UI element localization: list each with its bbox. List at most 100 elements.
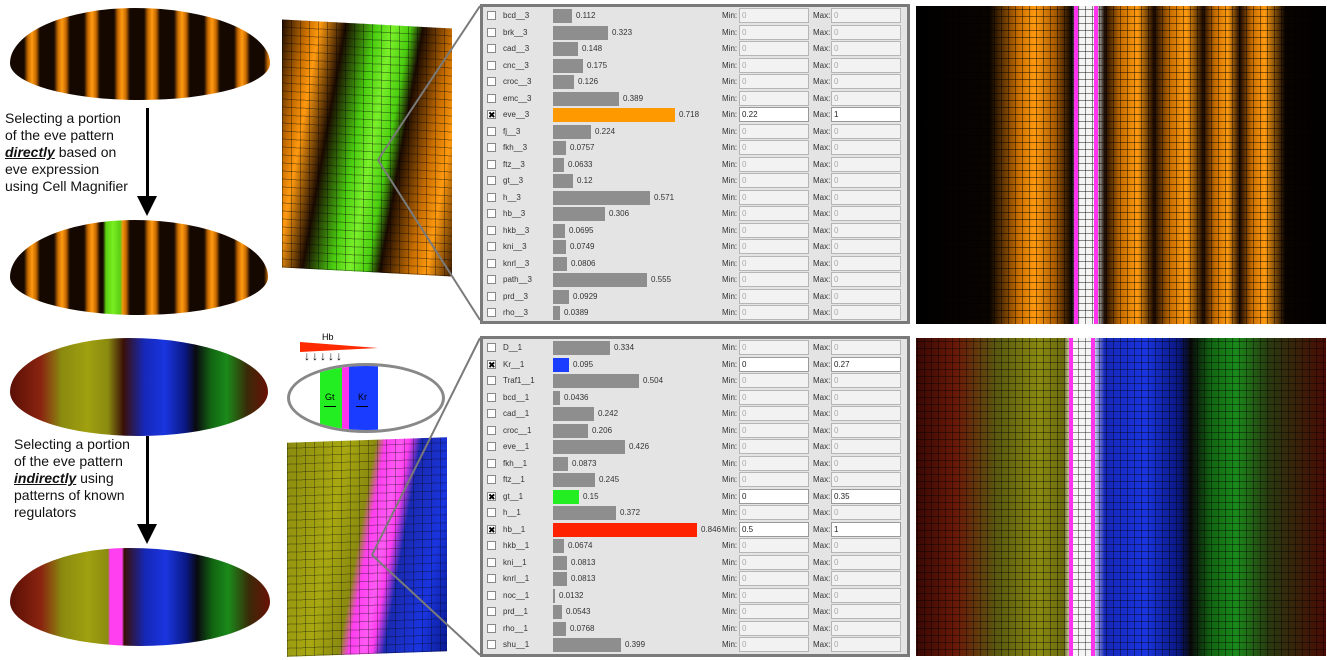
max-field[interactable]: 0 xyxy=(831,587,901,603)
max-field[interactable]: 0 xyxy=(831,422,901,438)
gene-checkbox[interactable] xyxy=(487,541,496,550)
min-field[interactable]: 0 xyxy=(739,422,809,438)
min-field[interactable]: 0 xyxy=(739,189,809,205)
min-field[interactable]: 0.22 xyxy=(739,107,809,122)
max-field[interactable]: 0 xyxy=(831,57,901,73)
gene-checkbox[interactable] xyxy=(487,574,496,583)
max-field[interactable]: 0 xyxy=(831,255,901,271)
gene-checkbox[interactable] xyxy=(487,640,496,649)
max-field[interactable]: 0 xyxy=(831,604,901,619)
max-field[interactable]: 0 xyxy=(831,554,901,570)
max-field[interactable]: 0 xyxy=(831,340,901,355)
gene-checkbox[interactable] xyxy=(487,475,496,484)
max-field[interactable]: 1 xyxy=(831,521,901,537)
gene-checkbox[interactable] xyxy=(487,590,496,600)
min-field[interactable]: 0 xyxy=(739,57,809,73)
gene-checkbox[interactable] xyxy=(487,77,496,86)
max-field[interactable]: 0 xyxy=(831,505,901,520)
max-field[interactable]: 0 xyxy=(831,74,901,89)
gene-checkbox[interactable] xyxy=(487,275,496,284)
gene-checkbox[interactable] xyxy=(487,607,496,616)
min-field[interactable]: 0 xyxy=(739,272,809,287)
gene-checkbox[interactable] xyxy=(487,44,496,53)
gene-checkbox[interactable] xyxy=(487,192,496,202)
min-field[interactable]: 0 xyxy=(739,222,809,238)
min-field[interactable]: 0 xyxy=(739,140,809,155)
min-field[interactable]: 0 xyxy=(739,587,809,603)
max-field[interactable]: 0 xyxy=(831,305,901,320)
gene-checkbox[interactable] xyxy=(487,425,496,435)
min-field[interactable]: 0 xyxy=(739,24,809,40)
gene-checkbox[interactable] xyxy=(487,623,496,633)
max-field[interactable]: 0 xyxy=(831,90,901,106)
max-field[interactable]: 0 xyxy=(831,272,901,287)
gene-checkbox[interactable]: ✖ xyxy=(487,524,496,534)
min-field[interactable]: 0 xyxy=(739,255,809,271)
min-field[interactable]: 0 xyxy=(739,472,809,487)
min-field[interactable]: 0 xyxy=(739,123,809,139)
gene-checkbox[interactable]: ✖ xyxy=(487,491,496,501)
max-field[interactable]: 0 xyxy=(831,406,901,421)
max-field[interactable]: 0 xyxy=(831,389,901,405)
min-field[interactable]: 0 xyxy=(739,389,809,405)
max-field[interactable]: 1 xyxy=(831,107,901,122)
max-field[interactable]: 0 xyxy=(831,140,901,155)
gene-checkbox[interactable] xyxy=(487,126,496,136)
gene-checkbox[interactable] xyxy=(487,409,496,418)
max-field[interactable]: 0.27 xyxy=(831,356,901,372)
gene-checkbox[interactable] xyxy=(487,557,496,567)
max-field[interactable]: 0 xyxy=(831,24,901,40)
gene-checkbox[interactable] xyxy=(487,60,496,70)
max-field[interactable]: 0 xyxy=(831,620,901,636)
gene-checkbox[interactable] xyxy=(487,159,496,169)
min-field[interactable]: 0 xyxy=(739,554,809,570)
gene-checkbox[interactable]: ✖ xyxy=(487,110,496,120)
max-field[interactable]: 0 xyxy=(831,472,901,487)
min-field[interactable]: 0 xyxy=(739,538,809,553)
max-field[interactable]: 0 xyxy=(831,123,901,139)
min-field[interactable]: 0 xyxy=(739,604,809,619)
gene-checkbox[interactable] xyxy=(487,376,496,385)
min-field[interactable]: 0 xyxy=(739,340,809,355)
max-field[interactable]: 0 xyxy=(831,8,901,23)
min-field[interactable]: 0 xyxy=(739,74,809,89)
min-field[interactable]: 0 xyxy=(739,288,809,304)
gene-checkbox[interactable] xyxy=(487,343,496,352)
min-field[interactable]: 0 xyxy=(739,239,809,254)
gene-checkbox[interactable] xyxy=(487,27,496,37)
gene-checkbox[interactable] xyxy=(487,308,496,317)
max-field[interactable]: 0 xyxy=(831,637,901,652)
max-field[interactable]: 0 xyxy=(831,455,901,471)
min-field[interactable]: 0 xyxy=(739,8,809,23)
min-field[interactable]: 0 xyxy=(739,571,809,586)
max-field[interactable]: 0 xyxy=(831,538,901,553)
min-field[interactable]: 0 xyxy=(739,305,809,320)
gene-checkbox[interactable] xyxy=(487,209,496,218)
max-field[interactable]: 0 xyxy=(831,189,901,205)
min-field[interactable]: 0.5 xyxy=(739,521,809,537)
min-field[interactable]: 0 xyxy=(739,620,809,636)
min-field[interactable]: 0 xyxy=(739,637,809,652)
max-field[interactable]: 0 xyxy=(831,373,901,388)
gene-checkbox[interactable] xyxy=(487,93,496,103)
max-field[interactable]: 0 xyxy=(831,41,901,56)
gene-checkbox[interactable] xyxy=(487,258,496,268)
max-field[interactable]: 0 xyxy=(831,156,901,172)
max-field[interactable]: 0 xyxy=(831,571,901,586)
min-field[interactable]: 0 xyxy=(739,373,809,388)
gene-checkbox[interactable] xyxy=(487,225,496,235)
min-field[interactable]: 0 xyxy=(739,455,809,471)
max-field[interactable]: 0 xyxy=(831,288,901,304)
max-field[interactable]: 0 xyxy=(831,222,901,238)
min-field[interactable]: 0 xyxy=(739,439,809,454)
gene-checkbox[interactable]: ✖ xyxy=(487,359,496,369)
gene-checkbox[interactable] xyxy=(487,508,496,517)
max-field[interactable]: 0 xyxy=(831,173,901,188)
min-field[interactable]: 0 xyxy=(739,406,809,421)
min-field[interactable]: 0 xyxy=(739,505,809,520)
gene-checkbox[interactable] xyxy=(487,458,496,468)
min-field[interactable]: 0 xyxy=(739,206,809,221)
max-field[interactable]: 0 xyxy=(831,239,901,254)
gene-checkbox[interactable] xyxy=(487,11,496,20)
min-field[interactable]: 0 xyxy=(739,173,809,188)
